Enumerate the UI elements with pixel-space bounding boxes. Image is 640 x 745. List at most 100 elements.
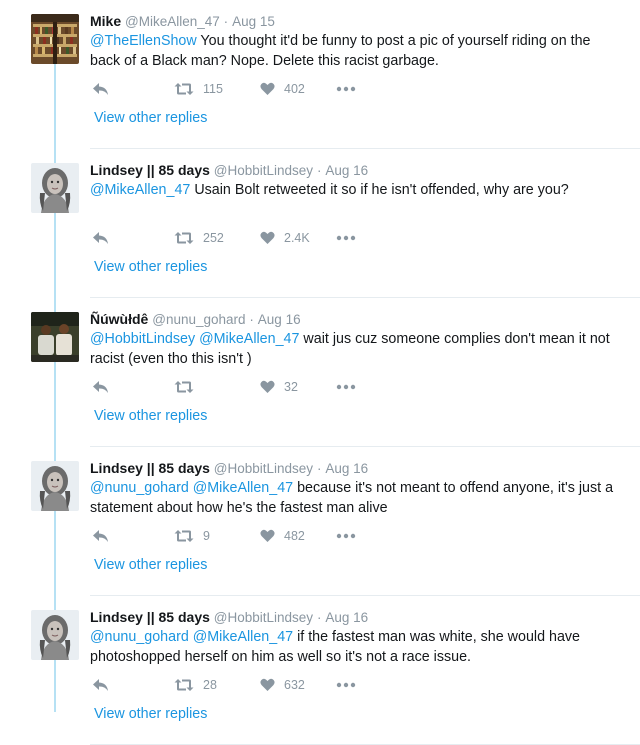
reply-button[interactable] [92,79,109,99]
reply-button[interactable] [92,377,109,397]
more-options-button[interactable] [336,675,356,695]
user-handle[interactable]: @HobbitLindsey [214,163,313,178]
user-handle[interactable]: @MikeAllen_47 [125,14,220,29]
reply-arrow-icon [93,83,108,95]
reply-button[interactable] [92,526,109,546]
avatar[interactable] [31,312,79,362]
heart-icon [260,678,275,691]
retweet-icon [174,83,194,95]
mention-links[interactable]: @HobbitLindsey @MikeAllen_47 [90,331,299,347]
user-name[interactable]: Mike [90,13,121,29]
separator-dot: · [316,163,322,178]
avatar-image [31,461,79,511]
tweet-date[interactable]: Aug 16 [325,163,368,178]
avatar-image [31,14,79,64]
reply-button[interactable] [92,675,109,695]
tweet-text: @nunu_gohard @MikeAllen_47 if the fastes… [90,628,620,667]
heart-icon [260,231,275,244]
retweet-button[interactable]: 9 [174,526,210,546]
tweet-body-text: Usain Bolt retweeted it so if he isn't o… [194,182,569,198]
tweet-header: Ñúwùłdê @nunu_gohard · Aug 16 [90,311,301,327]
user-name[interactable]: Lindsey || 85 days [90,162,210,178]
tweet-text: @TheEllenShow You thought it'd be funny … [90,32,620,71]
retweet-count: 28 [203,678,217,692]
tweet-date[interactable]: Aug 16 [325,461,368,476]
more-dots-icon [336,533,356,539]
reply-arrow-icon [93,679,108,691]
retweet-button[interactable]: 115 [174,79,223,99]
tweet-header: Lindsey || 85 days @HobbitLindsey · Aug … [90,162,368,178]
retweet-icon [174,530,194,542]
tweet-item[interactable]: Lindsey || 85 days @HobbitLindsey · Aug … [0,149,640,298]
avatar[interactable] [31,163,79,213]
retweet-button[interactable]: 28 [174,675,217,695]
tweet-date[interactable]: Aug 15 [232,14,275,29]
tweet-header: Lindsey || 85 days @HobbitLindsey · Aug … [90,460,368,476]
tweet-item[interactable]: Lindsey || 85 days @HobbitLindsey · Aug … [0,596,640,745]
view-other-replies-link[interactable]: View other replies [94,110,207,126]
avatar[interactable] [31,461,79,511]
retweet-icon [174,232,194,244]
retweet-button[interactable]: 252 [174,228,224,248]
heart-icon [260,529,275,542]
more-options-button[interactable] [336,228,356,248]
tweet-date[interactable]: Aug 16 [258,312,301,327]
like-count: 32 [284,380,298,394]
retweet-button[interactable] [174,377,203,397]
like-count: 2.4K [284,231,310,245]
like-count: 402 [284,82,305,96]
user-name[interactable]: Ñúwùłdê [90,311,148,327]
more-dots-icon [336,384,356,390]
avatar-image [31,610,79,660]
separator-dot: · [249,312,254,327]
user-handle[interactable]: @nunu_gohard [152,312,245,327]
user-name[interactable]: Lindsey || 85 days [90,609,210,625]
tweet-item[interactable]: Mike @MikeAllen_47 · Aug 15 @TheEllenSho… [0,0,640,149]
view-other-replies-link[interactable]: View other replies [94,557,207,573]
retweet-icon [174,679,194,691]
mention-links[interactable]: @TheEllenShow [90,33,197,49]
separator-dot: · [223,14,229,29]
reply-arrow-icon [93,232,108,244]
tweet-text: @nunu_gohard @MikeAllen_47 because it's … [90,479,620,518]
avatar[interactable] [31,14,79,64]
like-button[interactable]: 402 [260,79,305,99]
user-handle[interactable]: @HobbitLindsey [214,610,313,625]
like-button[interactable]: 32 [260,377,298,397]
more-options-button[interactable] [336,79,356,99]
avatar[interactable] [31,610,79,660]
tweet-header: Lindsey || 85 days @HobbitLindsey · Aug … [90,609,368,625]
avatar-image [31,163,79,213]
retweet-count: 115 [203,82,223,96]
view-other-replies-link[interactable]: View other replies [94,706,207,722]
avatar-image [31,312,79,362]
heart-icon [260,380,275,393]
view-other-replies-link[interactable]: View other replies [94,259,207,275]
reply-button[interactable] [92,228,109,248]
more-options-button[interactable] [336,526,356,546]
tweet-item[interactable]: Ñúwùłdê @nunu_gohard · Aug 16 @HobbitLin… [0,298,640,447]
separator-dot: · [316,610,322,625]
more-dots-icon [336,86,356,92]
mention-links[interactable]: @nunu_gohard @MikeAllen_47 [90,480,293,496]
more-options-button[interactable] [336,377,356,397]
tweet-item[interactable]: Lindsey || 85 days @HobbitLindsey · Aug … [0,447,640,596]
more-dots-icon [336,235,356,241]
like-button[interactable]: 2.4K [260,228,310,248]
retweet-count: 252 [203,231,224,245]
view-other-replies-link[interactable]: View other replies [94,408,207,424]
more-dots-icon [336,682,356,688]
mention-links[interactable]: @nunu_gohard @MikeAllen_47 [90,629,293,645]
like-count: 632 [284,678,305,692]
tweet-text: @MikeAllen_47 Usain Bolt retweeted it so… [90,181,620,201]
tweet-date[interactable]: Aug 16 [325,610,368,625]
heart-icon [260,82,275,95]
separator-dot: · [316,461,322,476]
tweet-header: Mike @MikeAllen_47 · Aug 15 [90,13,275,29]
like-button[interactable]: 482 [260,526,305,546]
like-button[interactable]: 632 [260,675,305,695]
user-handle[interactable]: @HobbitLindsey [214,461,313,476]
user-name[interactable]: Lindsey || 85 days [90,460,210,476]
like-count: 482 [284,529,305,543]
mention-links[interactable]: @MikeAllen_47 [90,182,190,198]
